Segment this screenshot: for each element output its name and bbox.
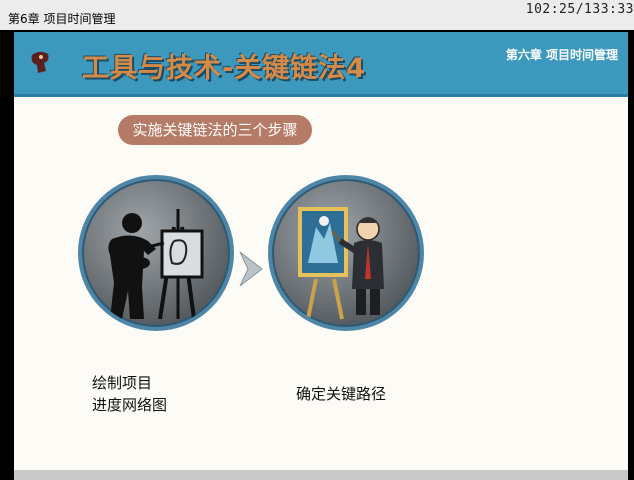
step-1-image [78, 175, 234, 331]
slide-canvas: 工具与技术-关键链法4 第六章 项目时间管理 实施关键链法的三个步骤 绘制项目 … [14, 32, 628, 480]
painter-icon [108, 209, 204, 320]
slide-title: 工具与技术-关键链法4 [82, 53, 366, 84]
step-1-label-line1: 绘制项目 [92, 374, 153, 392]
chapter-label: 第6章 项目时间管理 [8, 12, 116, 26]
painter-with-easel-icon [298, 207, 384, 320]
step-2-image [268, 175, 424, 331]
logo-icon [31, 51, 49, 73]
playback-timer: 102:25/133:33 [525, 2, 634, 17]
bottom-strip [14, 470, 628, 480]
section-pill: 实施关键链法的三个步骤 [118, 115, 312, 145]
chapter-subtitle: 第六章 项目时间管理 [505, 48, 618, 62]
step-1-label-line2: 进度网络图 [92, 396, 168, 414]
chevron-right-icon [239, 251, 263, 287]
step-2-label: 确定关键路径 [296, 385, 387, 403]
step-1-label: 绘制项目 进度网络图 [92, 372, 167, 416]
slide-banner: 工具与技术-关键链法4 第六章 项目时间管理 [14, 32, 628, 97]
window-titlebar: 第6章 项目时间管理 102:25/133:33 [0, 0, 634, 30]
